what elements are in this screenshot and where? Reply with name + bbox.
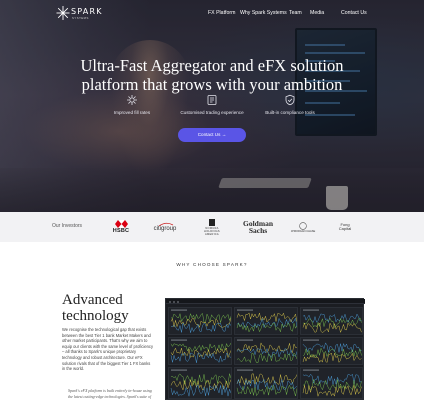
dashboard-panel xyxy=(234,307,298,335)
dashboard-panel-graph xyxy=(302,339,362,363)
investor-logo-nomura: NOMURA HOLDINGS AMERICA xyxy=(198,212,226,242)
advanced-technology-body: We recognise the technological gap that … xyxy=(62,327,154,372)
nav-media[interactable]: Media xyxy=(310,10,324,16)
feature-compliance: Built-in compliance tools xyxy=(245,94,335,115)
brand-tagline: SYSTEMS xyxy=(72,16,89,20)
brand-name: SPARK xyxy=(71,7,103,16)
investor-logo-hsbc: HSBC xyxy=(108,212,134,242)
advanced-title-line2: technology xyxy=(62,308,129,324)
dashboard-toolbar xyxy=(166,299,365,304)
dashboard-panel xyxy=(300,337,363,365)
hero-section: SPARK SYSTEMS FX Platform Why Spark Syst… xyxy=(0,0,424,212)
investor-logo-citigroup: citigroup xyxy=(148,212,182,242)
dashboard-panel xyxy=(300,307,363,335)
spark-star-icon xyxy=(56,5,70,24)
dashboard-panel xyxy=(300,367,363,399)
investor-logo-jpmorgan: JPMORGAN CHASE xyxy=(290,212,316,242)
dashboard-panel xyxy=(234,367,298,399)
hsbc-wordmark: HSBC xyxy=(112,228,130,234)
nav-fx-platform[interactable]: FX Platform xyxy=(208,10,235,16)
dashboard-panel-graph xyxy=(302,309,362,334)
hero-headline-line1: Ultra-Fast Aggregator and eFX solution xyxy=(80,56,344,75)
contact-us-button[interactable]: Contact Us → xyxy=(178,128,246,142)
top-nav: SPARK SYSTEMS FX Platform Why Spark Syst… xyxy=(0,0,424,28)
hero-headline-line2: platform that grows with your ambition xyxy=(81,75,343,94)
jpmorgan-crest-icon xyxy=(299,221,307,230)
nav-contact-us[interactable]: Contact Us xyxy=(341,10,367,16)
advanced-title-line1: Advanced xyxy=(62,292,123,308)
dashboard-panel xyxy=(168,337,232,365)
hero-headline: Ultra-Fast Aggregator and eFX solution p… xyxy=(0,56,424,94)
trading-experience-icon xyxy=(207,95,217,105)
advanced-technology-quote: Spark's eFX platform is built entirely i… xyxy=(68,388,152,399)
dashboard-panel xyxy=(168,367,232,399)
advanced-technology-title: Advanced technology xyxy=(62,292,129,324)
investors-strip: Our Investors HSBC citigroup NOMURA HOLD… xyxy=(0,212,424,242)
fill-rate-icon xyxy=(127,95,137,105)
dashboard-panel-graph xyxy=(302,369,362,398)
fong-wordmark-line2: Capital xyxy=(338,226,352,231)
goldman-wordmark-line2: Sachs xyxy=(248,226,268,235)
hsbc-hexagon-icon xyxy=(114,220,128,228)
citigroup-wordmark: citigroup xyxy=(153,226,177,232)
feature-compliance-label: Built-in compliance tools xyxy=(265,110,315,115)
dashboard-panel-graph xyxy=(236,369,297,397)
hero-features: Improved fill rates Customised trading e… xyxy=(0,94,424,124)
nav-why-spark[interactable]: Why Spark Systems xyxy=(240,10,287,16)
dashboard-panel-graph xyxy=(170,339,231,363)
dashboard-panel-graph xyxy=(170,309,231,333)
dashboard-screenshot xyxy=(165,298,365,400)
investor-logo-goldman-sachs: Goldman Sachs xyxy=(243,212,273,242)
why-choose-heading: WHY CHOOSE SPARK? xyxy=(176,262,248,267)
feature-trading-experience-label: Customised trading experience xyxy=(180,110,244,115)
compliance-icon xyxy=(285,94,295,106)
spark-logo[interactable]: SPARK SYSTEMS xyxy=(56,5,106,21)
feature-fill-rates: Improved fill rates xyxy=(87,94,177,115)
dashboard-panel-graph xyxy=(170,369,231,397)
nav-team[interactable]: Team xyxy=(289,10,302,16)
feature-fill-rates-label: Improved fill rates xyxy=(113,110,151,115)
dashboard-panel-graph xyxy=(236,339,297,364)
nomura-wordmark: NOMURA HOLDINGS AMERICA xyxy=(204,226,220,236)
jpmorgan-wordmark: JPMORGAN CHASE xyxy=(290,229,316,233)
dashboard-panel-graph xyxy=(236,309,297,333)
nomura-mark-icon xyxy=(209,218,215,226)
investors-label: Our Investors xyxy=(52,223,83,229)
dashboard-panel xyxy=(168,307,232,335)
dashboard-panel xyxy=(234,337,298,365)
feature-trading-experience: Customised trading experience xyxy=(167,94,257,115)
investor-logo-fong: Fong Capital xyxy=(332,212,358,242)
